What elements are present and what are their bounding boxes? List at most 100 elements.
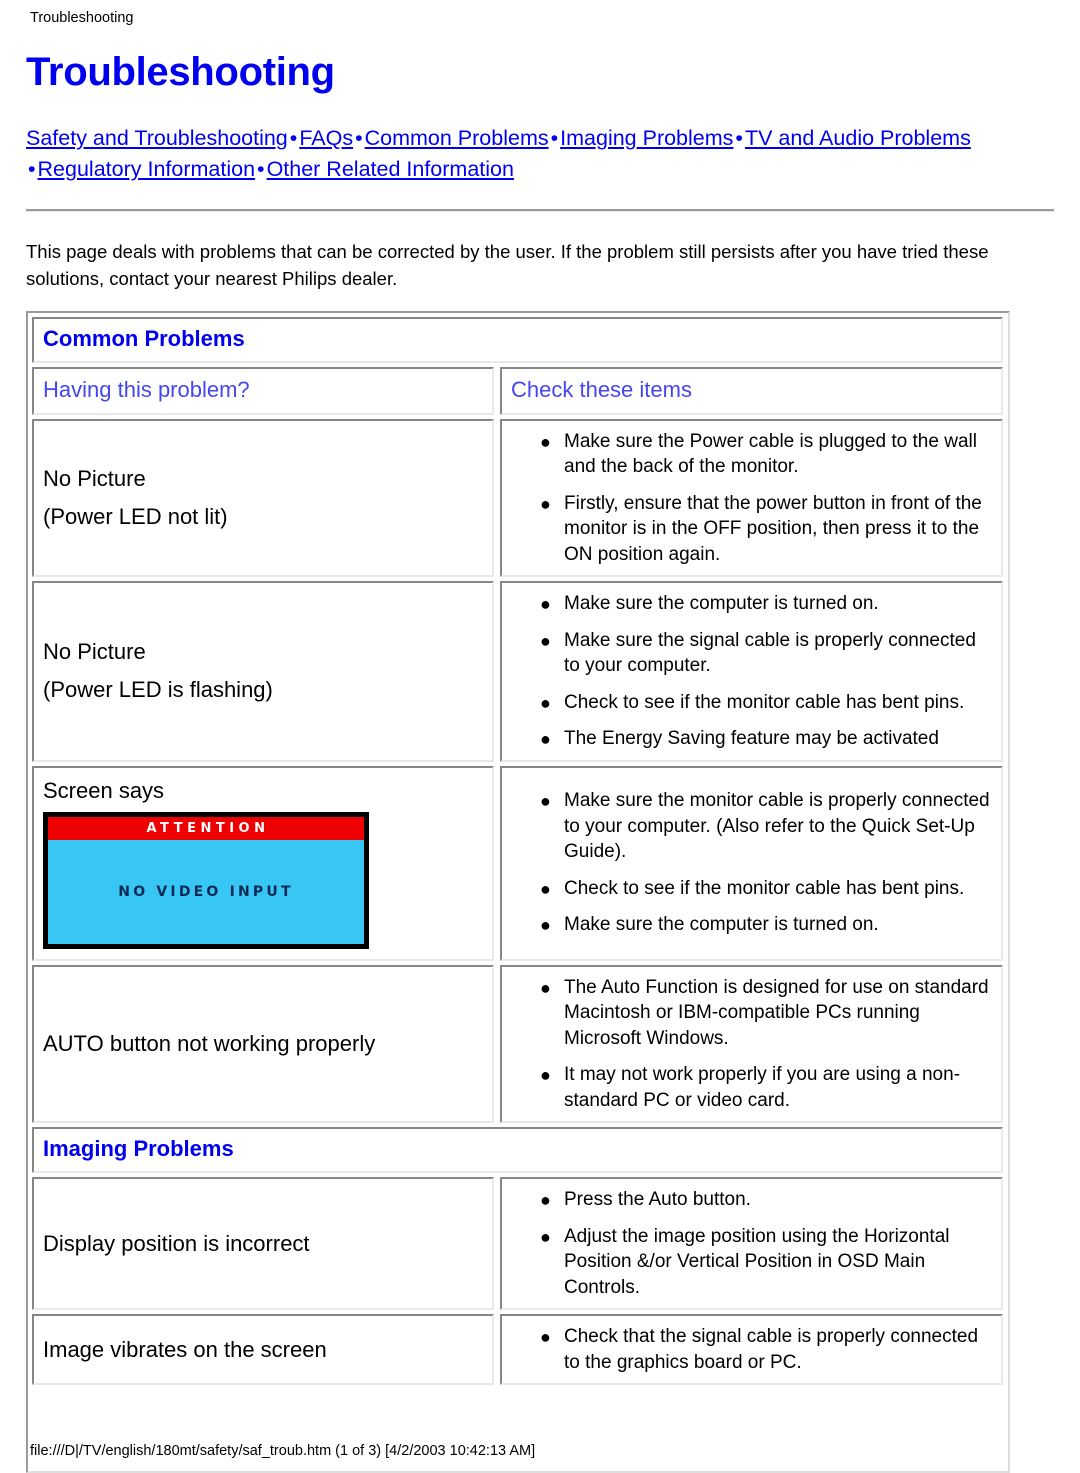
problem-line: Image vibrates on the screen	[43, 1331, 484, 1369]
list-item: ● Check to see if the monitor cable has b…	[502, 876, 991, 902]
checks-list: ● The Auto Function is designed for use o…	[502, 975, 991, 1114]
check-text: Firstly, ensure that the power button in…	[564, 493, 982, 565]
list-item: ●Press the Auto button.	[502, 1187, 991, 1213]
bullet-icon: ●	[540, 976, 551, 1002]
checks-list: ● Check that the signal cable is properly…	[502, 1324, 991, 1375]
link-safety-and-troubleshooting[interactable]: Safety and Troubleshooting	[26, 126, 288, 150]
checks-cell: ● Make sure the computer is turned on. ●M…	[500, 581, 1003, 762]
no-video-input-text: NO VIDEO INPUT	[118, 884, 293, 900]
column-header-problem-label: Having this problem?	[43, 377, 250, 402]
problem-line: AUTO button not working properly	[43, 1025, 484, 1063]
problem-cell: Image vibrates on the screen	[32, 1314, 494, 1385]
link-imaging-problems[interactable]: Imaging Problems	[560, 126, 733, 150]
horizontal-divider	[26, 209, 1054, 212]
section-header-row: Imaging Problems	[32, 1127, 1003, 1173]
problem-line: Display position is incorrect	[43, 1225, 484, 1263]
section-title-imaging-problems: Imaging Problems	[43, 1136, 234, 1161]
check-text: Check that the signal cable is properly …	[564, 1326, 978, 1373]
list-item: ● It may not work properly if you are usi…	[502, 1062, 991, 1113]
list-item: ● Make sure the Power cable is plugged to…	[502, 429, 991, 480]
checks-cell: ● Make sure the monitor cable is properly…	[500, 766, 1003, 961]
check-text: Make sure the computer is turned on.	[564, 593, 879, 614]
check-text: Adjust the image position using the Hori…	[564, 1226, 950, 1298]
column-header-problem: Having this problem?	[32, 367, 494, 415]
checks-list: ●Press the Auto button. ●Adjust the imag…	[502, 1187, 991, 1300]
list-item: ● The Energy Saving feature may be activa…	[502, 726, 991, 752]
column-header-checks: Check these items	[500, 367, 1003, 415]
link-faqs[interactable]: FAQs	[299, 126, 353, 150]
bullet-icon: ●	[540, 727, 551, 753]
check-text: Press the Auto button.	[564, 1189, 751, 1210]
list-item: ●Firstly, ensure that the power button i…	[502, 491, 991, 568]
link-separator: •	[549, 126, 561, 150]
check-text: It may not work properly if you are usin…	[564, 1064, 960, 1111]
problem-line: No Picture	[43, 633, 484, 671]
list-item: ●Make sure the signal cable is properly …	[502, 628, 991, 679]
checks-list: ● Make sure the monitor cable is properly…	[502, 788, 991, 938]
list-item: ●Adjust the image position using the Hor…	[502, 1224, 991, 1301]
check-text: Check to see if the monitor cable has be…	[564, 878, 964, 899]
section-header-row: Common Problems	[32, 317, 1003, 363]
check-text: Make sure the Power cable is plugged to …	[564, 431, 977, 478]
problem-line: (Power LED is flashing)	[43, 671, 484, 709]
link-separator: •	[255, 157, 267, 181]
check-text: Make sure the computer is turned on.	[564, 914, 879, 935]
checks-cell: ● The Auto Function is designed for use o…	[500, 965, 1003, 1124]
link-separator: •	[288, 126, 300, 150]
checks-list: ● Make sure the computer is turned on. ●M…	[502, 591, 991, 752]
link-common-problems[interactable]: Common Problems	[365, 126, 549, 150]
list-item: ● Make sure the monitor cable is properly…	[502, 788, 991, 865]
bullet-icon: ●	[540, 691, 551, 717]
table-row: Screen says ATTENTION NO VIDEO INPUT ● Ma…	[32, 766, 1003, 961]
check-text: Make sure the monitor cable is properly …	[564, 790, 990, 862]
section-header-cell: Imaging Problems	[32, 1127, 1003, 1173]
bullet-icon: ●	[540, 430, 551, 456]
problem-cell: Screen says ATTENTION NO VIDEO INPUT	[32, 766, 494, 961]
link-separator: •	[733, 126, 745, 150]
link-tv-and-audio-problems[interactable]: TV and Audio Problems	[745, 126, 971, 150]
bullet-icon: ●	[540, 1325, 551, 1351]
column-header-checks-label: Check these items	[511, 377, 692, 402]
list-item: ● Make sure the computer is turned on.	[502, 591, 991, 617]
problem-line: No Picture	[43, 460, 484, 498]
table-row: Image vibrates on the screen ● Check that…	[32, 1314, 1003, 1385]
table-row: No Picture (Power LED not lit) ● Make sur…	[32, 419, 1003, 578]
link-separator: •	[26, 157, 38, 181]
link-regulatory-information[interactable]: Regulatory Information	[38, 157, 256, 181]
table-row: AUTO button not working properly ● The Au…	[32, 965, 1003, 1124]
list-item: ● The Auto Function is designed for use o…	[502, 975, 991, 1052]
bullet-icon: ●	[540, 877, 551, 903]
check-text: Check to see if the monitor cable has be…	[564, 692, 964, 713]
monitor-osd-graphic: ATTENTION NO VIDEO INPUT	[43, 812, 369, 949]
checks-list: ● Make sure the Power cable is plugged to…	[502, 429, 991, 568]
bullet-icon: ●	[540, 592, 551, 618]
problem-line: Screen says	[43, 776, 484, 806]
page-title: Troubleshooting	[26, 49, 1054, 95]
section-header-cell: Common Problems	[32, 317, 1003, 363]
list-item: ● Make sure the computer is turned on.	[502, 912, 991, 938]
troubleshooting-table: Common Problems Having this problem? Che…	[26, 311, 1010, 1473]
footer-status-bar: file:///D|/TV/english/180mt/safety/saf_t…	[30, 1441, 535, 1461]
column-header-row: Having this problem? Check these items	[32, 367, 1003, 415]
checks-cell: ● Check that the signal cable is properly…	[500, 1314, 1003, 1385]
check-text: The Auto Function is designed for use on…	[564, 977, 989, 1049]
breadcrumb: Troubleshooting	[26, 0, 1054, 27]
list-item: ● Check to see if the monitor cable has b…	[502, 690, 991, 716]
bullet-icon: ●	[540, 789, 551, 815]
monitor-screen-body: NO VIDEO INPUT	[48, 840, 364, 944]
attention-bar: ATTENTION	[48, 817, 364, 840]
problem-cell: No Picture (Power LED is flashing)	[32, 581, 494, 762]
intro-paragraph: This page deals with problems that can b…	[26, 238, 1054, 292]
bullet-icon: ●	[540, 1063, 551, 1089]
list-item: ● Check that the signal cable is properly…	[502, 1324, 991, 1375]
check-text: The Energy Saving feature may be activat…	[564, 728, 939, 749]
table-row: No Picture (Power LED is flashing) ●Make…	[32, 581, 1003, 762]
navigation-linkbar: Safety and Troubleshooting•FAQs•Common P…	[26, 123, 1054, 185]
problem-line: (Power LED not lit)	[43, 498, 484, 536]
bullet-icon: ●	[540, 913, 551, 939]
problem-cell: AUTO button not working properly	[32, 965, 494, 1124]
checks-cell: ●Press the Auto button. ●Adjust the imag…	[500, 1177, 1003, 1310]
link-separator: •	[353, 126, 365, 150]
link-other-related-information[interactable]: Other Related Information	[267, 157, 514, 181]
problem-cell: Display position is incorrect	[32, 1177, 494, 1310]
